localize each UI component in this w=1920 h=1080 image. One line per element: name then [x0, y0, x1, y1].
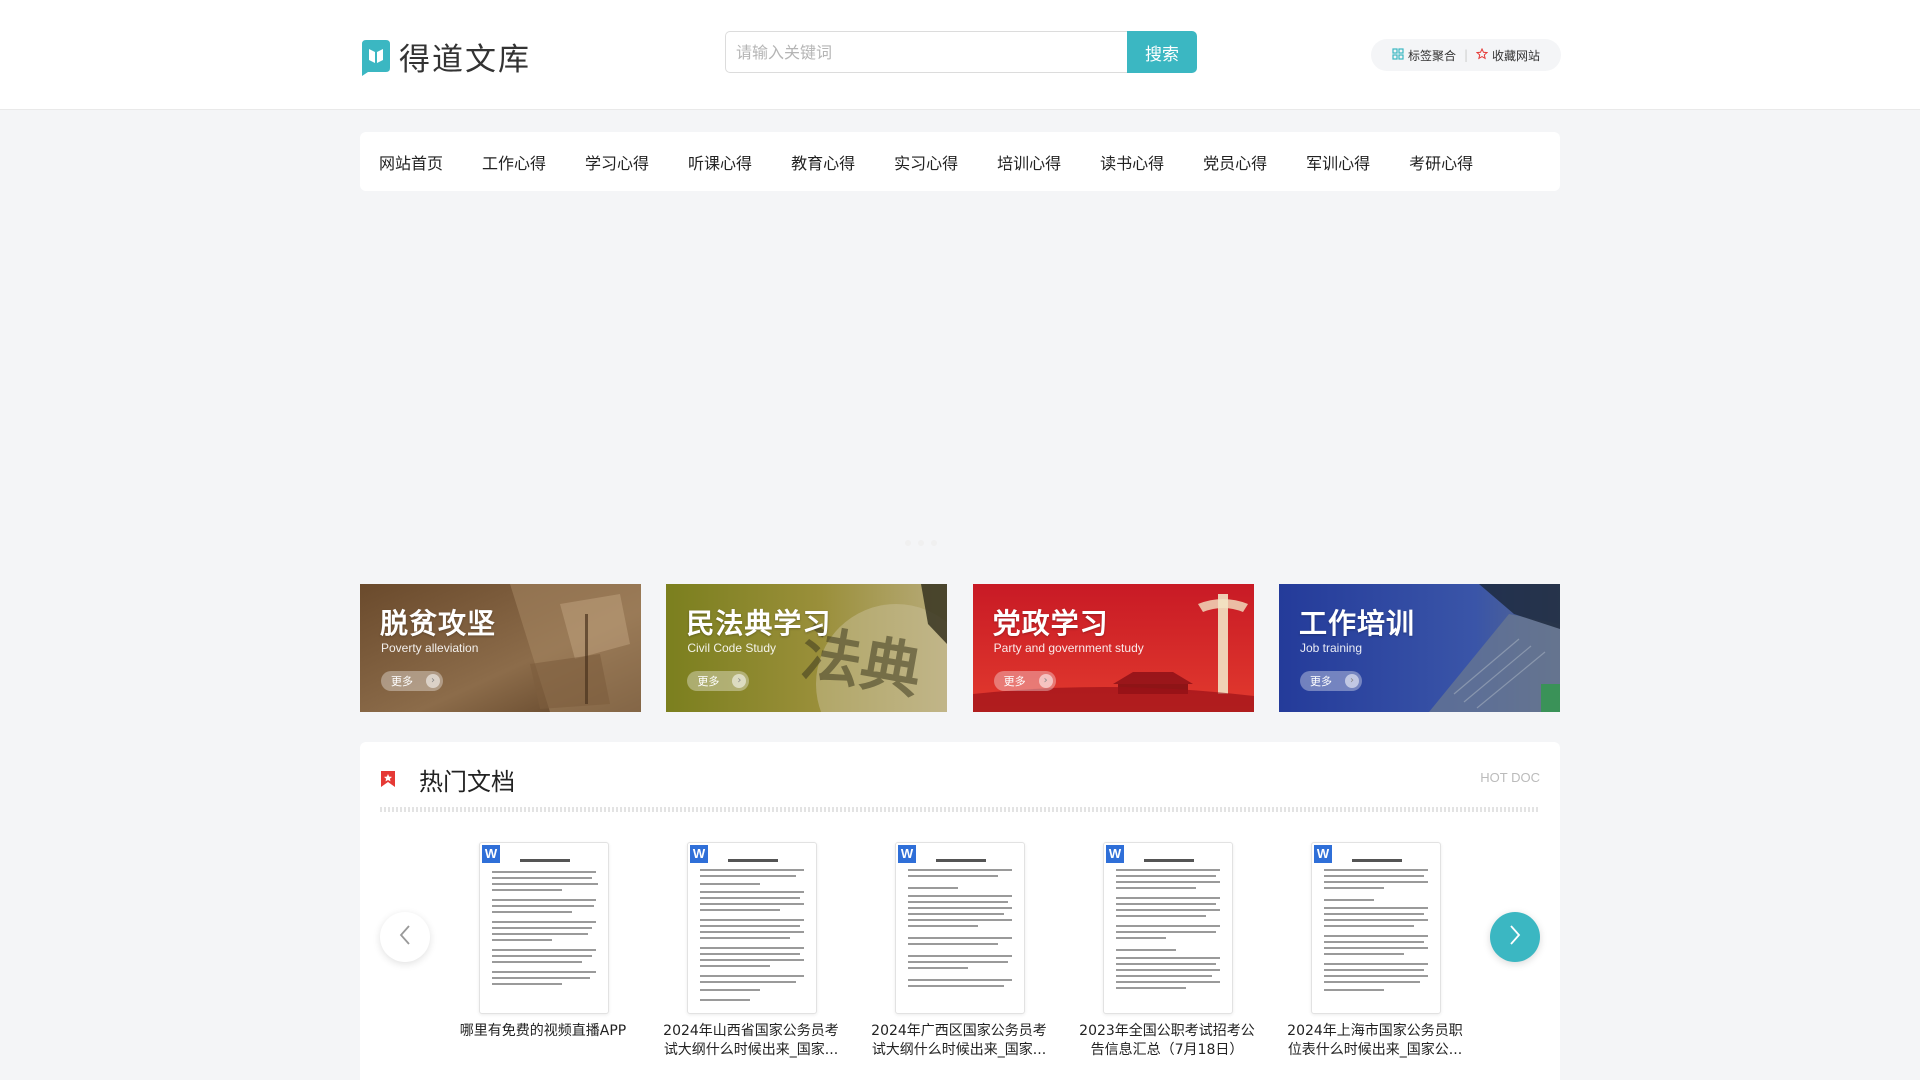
nav-item-lecture[interactable]: 听课心得 — [688, 150, 752, 174]
section-title-en: HOT DOC — [1480, 770, 1540, 785]
word-doc-icon: W — [690, 845, 708, 863]
chevron-right-icon: › — [1344, 674, 1359, 688]
doc-title: 2024年上海市国家公务员职 位表什么时候出来_国家公... — [1287, 1023, 1463, 1058]
site-logo[interactable]: 得道文库 — [360, 34, 531, 79]
doc-title: 哪里有免费的视频直播APP — [459, 1023, 627, 1039]
banner-slider[interactable] — [360, 205, 1560, 565]
card-subtitle: Party and government study — [993, 641, 1144, 655]
card-job-training[interactable]: 工作培训 Job training 更多 › — [1278, 584, 1560, 712]
nav-item-postgraduate[interactable]: 考研心得 — [1409, 150, 1473, 174]
nav-item-military[interactable]: 军训心得 — [1306, 150, 1370, 174]
chevron-right-icon: › — [426, 674, 440, 688]
doc-title: 2024年山西省国家公务员考 试大纲什么时候出来_国家... — [663, 1023, 839, 1058]
doc-thumbnail: W — [895, 842, 1025, 1014]
nav-item-work[interactable]: 工作心得 — [482, 150, 546, 174]
word-doc-icon: W — [898, 845, 916, 863]
more-label: 更多 — [1309, 675, 1332, 688]
slider-dot[interactable] — [931, 540, 937, 546]
chevron-right-icon: › — [1038, 674, 1053, 688]
nav-item-internship[interactable]: 实习心得 — [894, 150, 958, 174]
slider-dot[interactable] — [905, 540, 911, 546]
doc-thumbnail: W — [687, 842, 817, 1014]
more-button[interactable]: 更多 › — [1299, 671, 1362, 691]
main-nav: 网站首页 工作心得 学习心得 听课心得 教育心得 实习心得 培训心得 读书心得 … — [360, 132, 1560, 191]
card-subtitle: Job training — [1299, 641, 1363, 655]
hot-docs-section: 热门文档 HOT DOC W 哪里有免费的视频直播APP W 2024年山西省国… — [360, 742, 1560, 1080]
card-party-government-study[interactable]: 党政学习 Party and government study 更多 › — [972, 584, 1254, 712]
nav-item-study[interactable]: 学习心得 — [585, 150, 649, 174]
grid-icon — [1392, 47, 1404, 63]
more-label: 更多 — [1003, 675, 1026, 688]
card-title: 民法典学习 — [686, 607, 832, 640]
doc-thumbnail: W — [1103, 842, 1233, 1014]
book-logo-icon — [360, 38, 392, 76]
card-subtitle: Poverty alleviation — [381, 641, 479, 655]
tag-aggregate-link[interactable]: 标签聚合 — [1392, 47, 1456, 64]
card-title: 工作培训 — [1298, 607, 1415, 640]
card-civil-code-study[interactable]: 法典 民法典学习 Civil Code Study 更多 › — [666, 584, 948, 712]
doc-title: 2024年广西区国家公务员考 试大纲什么时候出来_国家... — [871, 1023, 1047, 1058]
card-subtitle: Civil Code Study — [687, 641, 777, 655]
more-button[interactable]: 更多 › — [687, 671, 750, 691]
chevron-right-icon — [1508, 924, 1522, 950]
search-button[interactable]: 搜索 — [1127, 31, 1197, 73]
more-button[interactable]: 更多 › — [381, 671, 443, 691]
logo-text: 得道文库 — [399, 42, 531, 78]
top-links: 标签聚合 | 收藏网站 — [1371, 39, 1561, 71]
next-button[interactable] — [1490, 912, 1540, 962]
favorite-site-link[interactable]: 收藏网站 — [1475, 47, 1541, 64]
favorite-site-label: 收藏网站 — [1492, 48, 1541, 63]
more-label: 更多 — [391, 675, 413, 688]
prev-button[interactable] — [380, 912, 430, 962]
search-bar: 搜索 — [725, 31, 1197, 73]
hot-docs-list: W 哪里有免费的视频直播APP W 2024年山西省国家公务员考 试大纲什么时候… — [438, 842, 1498, 1080]
word-doc-icon: W — [1106, 845, 1124, 863]
star-icon — [1475, 47, 1489, 63]
chevron-left-icon — [398, 924, 412, 950]
section-title: 热门文档 — [419, 768, 515, 796]
tag-aggregate-label: 标签聚合 — [1407, 48, 1456, 63]
doc-thumbnail: W — [479, 842, 609, 1014]
nav-item-home[interactable]: 网站首页 — [379, 150, 443, 174]
site-header: 得道文库 搜索 标签聚合 | 收藏网站 — [0, 0, 1920, 110]
card-title: 脱贫攻坚 — [380, 607, 497, 640]
chevron-right-icon: › — [732, 674, 747, 688]
more-button[interactable]: 更多 › — [993, 671, 1056, 691]
doc-thumbnail: W — [1311, 842, 1441, 1014]
word-doc-icon: W — [1314, 845, 1332, 863]
hot-docs-header: 热门文档 HOT DOC — [380, 760, 1540, 800]
slider-dots — [905, 540, 937, 546]
divider: | — [1463, 48, 1469, 62]
nav-item-party[interactable]: 党员心得 — [1203, 150, 1267, 174]
nav-item-reading[interactable]: 读书心得 — [1100, 150, 1164, 174]
category-cards: 脱贫攻坚 Poverty alleviation 更多 › 法典 民法典学习 C… — [360, 584, 1560, 712]
nav-item-education[interactable]: 教育心得 — [791, 150, 855, 174]
card-title: 党政学习 — [992, 607, 1109, 640]
dotted-divider — [380, 807, 1540, 812]
more-label: 更多 — [697, 675, 720, 688]
card-poverty-alleviation[interactable]: 脱贫攻坚 Poverty alleviation 更多 › — [360, 584, 641, 712]
word-doc-icon: W — [482, 845, 500, 863]
search-input[interactable] — [725, 31, 1127, 73]
doc-title: 2023年全国公职考试招考公 告信息汇总（7月18日） — [1079, 1023, 1255, 1058]
nav-item-training[interactable]: 培训心得 — [997, 150, 1061, 174]
bookmark-icon — [380, 770, 396, 788]
slider-dot[interactable] — [918, 540, 924, 546]
